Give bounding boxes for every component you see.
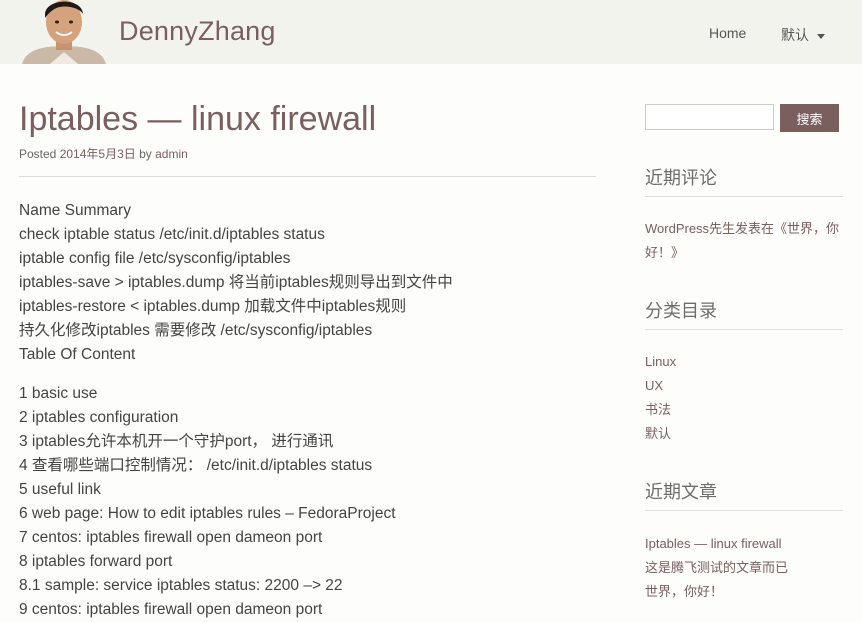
nav-default-label: 默认 [781,27,809,43]
posted-label: Posted [19,147,60,161]
toc-item[interactable]: 2 iptables configuration [19,406,609,430]
toc-item[interactable]: 1 basic use [19,382,609,406]
post-meta: Posted 2014年5月3日 by admin [19,145,188,162]
table-of-contents: 1 basic use 2 iptables configuration 3 i… [19,382,609,622]
categories-list: Linux UX 书法 默认 [645,350,845,446]
widget-divider [645,329,843,330]
toc-item[interactable]: 3 iptables允许本机开一个守护port， 进行通讯 [19,430,609,454]
recent-comments-list: WordPress先生发表在《世界，你 好！》 [645,217,845,265]
toc-item[interactable]: 8.1 sample: service iptables status: 220… [19,574,609,598]
toc-item[interactable]: 5 useful link [19,478,609,502]
toc-item[interactable]: 9 centos: iptables firewall open dameon … [19,598,609,622]
toc-item[interactable]: 4 查看哪些端口控制情况： /etc/init.d/iptables statu… [19,454,609,478]
toc-item[interactable]: 8 iptables forward port [19,550,609,574]
summary-line: 持久化修改iptables 需要修改 /etc/sysconfig/iptabl… [19,322,373,339]
summary-line: iptables-save > iptables.dump 将当前iptable… [19,274,453,291]
toc-item[interactable]: 6 web page: How to edit iptables rules –… [19,502,609,526]
recent-post-item[interactable]: 世界，你好！ [645,580,845,604]
category-item-calligraphy[interactable]: 书法 [645,398,845,422]
summary-line: iptable config file /etc/sysconfig/iptab… [19,250,291,267]
site-header: DennyZhang Home 默认 [0,0,862,64]
recent-comments-title: 近期评论 [645,168,717,188]
recent-post-item[interactable]: 这是腾飞测试的文章而已 [645,556,845,580]
by-label: by [135,147,156,161]
recent-posts-list: Iptables — linux firewall 这是腾飞测试的文章而已 世界… [645,532,845,604]
summary-line: iptables-restore < iptables.dump 加载文件中ip… [19,298,407,315]
post-title[interactable]: Iptables — linux firewall [19,100,376,139]
widget-divider [645,196,843,197]
author-link[interactable]: admin [155,147,188,161]
toc-item[interactable]: 7 centos: iptables firewall open dameon … [19,526,609,550]
recent-post-item[interactable]: Iptables — linux firewall [645,532,845,556]
summary-line: Name Summary [19,202,131,219]
post-content: Name Summary check iptable status /etc/i… [19,199,609,622]
category-item-ux[interactable]: UX [645,374,845,398]
summary-line: check iptable status /etc/init.d/iptable… [19,226,325,243]
category-item-linux[interactable]: Linux [645,350,845,374]
post-date-link[interactable]: 2014年5月3日 [60,147,136,161]
category-item-default[interactable]: 默认 [645,422,845,446]
caret-down-icon [817,33,825,39]
avatar[interactable] [20,0,108,64]
widget-divider [645,510,843,511]
search-input[interactable] [645,104,774,130]
recent-posts-title: 近期文章 [645,482,717,502]
categories-title: 分类目录 [645,301,717,321]
summary-block: Name Summary check iptable status /etc/i… [19,199,609,367]
nav-home[interactable]: Home [709,25,746,41]
search-button[interactable]: 搜索 [780,104,839,132]
nav-default-dropdown[interactable]: 默认 [781,25,825,45]
title-divider [19,176,596,177]
site-title[interactable]: DennyZhang [119,16,276,47]
toc-heading: Table Of Content [19,346,136,363]
recent-comment-item[interactable]: WordPress先生发表在《世界，你 [645,217,845,241]
recent-comment-item[interactable]: 好！》 [645,241,845,265]
